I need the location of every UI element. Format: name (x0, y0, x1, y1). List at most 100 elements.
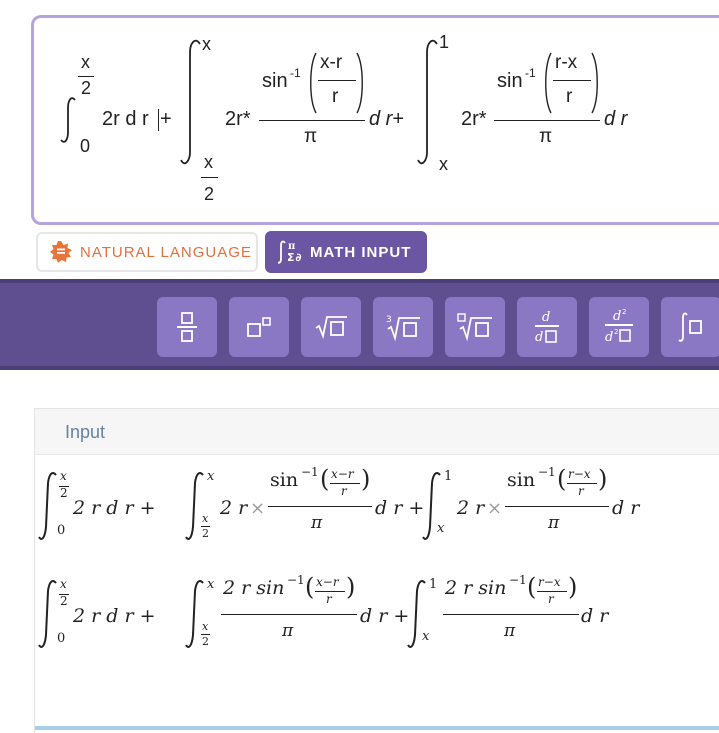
out1-dr-plus-2: d r + (375, 497, 425, 519)
paren-left-2 (310, 52, 317, 114)
integral-sign-1 (60, 97, 76, 143)
natural-language-button[interactable]: NATURAL LANGUAGE (36, 232, 258, 272)
int3-lower: x (439, 154, 448, 174)
out1-lparen-3: ( (557, 465, 567, 493)
math-input-button[interactable]: π Σ∂ MATH INPUT (265, 231, 427, 273)
dr-2: d r+ (369, 108, 404, 131)
out2-rparen-3: ) (568, 573, 578, 601)
sin-3: sin (497, 70, 523, 92)
out1-int2-lower-num: x (202, 512, 209, 525)
out2-frac3-pi: π (504, 621, 516, 641)
out1-sup-2: −1 (301, 465, 319, 479)
nth-root-button[interactable] (445, 297, 505, 357)
paren-right-2 (356, 52, 363, 114)
out1-int1-upper-num: x (60, 469, 67, 483)
out1-dr-3: d r (612, 497, 640, 519)
exponent-icon (247, 317, 271, 337)
out1-frac3-inner-den: r (578, 484, 584, 498)
frac3-main-bar (494, 120, 600, 121)
int2-lower-den: 2 (204, 184, 215, 204)
out1-int1-lower: 0 (57, 523, 66, 538)
paren-right-3 (591, 52, 598, 114)
plus-1: + (160, 108, 172, 130)
out2-sup-2: −1 (287, 573, 305, 587)
frac2-den: r (332, 86, 339, 107)
exponent-button[interactable] (229, 297, 289, 357)
out2-int3-upper: 1 (429, 577, 438, 592)
cube-root-icon: 3 (386, 315, 420, 342)
out2-int1-upper-den: 2 (60, 594, 68, 608)
out2-lparen-3: ( (527, 573, 537, 601)
dr-2-text: d r (369, 108, 393, 130)
out1-int1-upper-den: 2 (60, 486, 68, 500)
int1-body: 2r d r (102, 108, 149, 130)
frac3-inner-bar (553, 80, 591, 81)
frac2-main-bar (259, 120, 365, 121)
second-derivative-button[interactable]: d 2 d 2 (589, 297, 649, 357)
out1-rparen-2: ) (361, 465, 371, 493)
svg-text:d: d (613, 309, 621, 324)
out2-num3: 2 r sin (445, 577, 507, 599)
integral-button[interactable] (661, 297, 719, 357)
frac2-inner-bar (318, 80, 356, 81)
panel-header: Input (35, 409, 719, 455)
out1-int2-lower-den: 2 (202, 527, 209, 540)
coef-2: 2r* (225, 108, 251, 130)
int2-upper: x (202, 34, 211, 54)
out2-int1-lower: 0 (57, 631, 66, 646)
dr-3: d r (604, 108, 628, 130)
int3-upper: 1 (439, 32, 450, 52)
out2-integral-1 (38, 580, 57, 648)
integral-sigma-icon: π Σ∂ (278, 240, 302, 264)
sin-2: sin (262, 70, 288, 92)
svg-text:d: d (542, 310, 550, 325)
out2-num2: 2 r sin (223, 577, 285, 599)
fraction-icon (177, 312, 197, 342)
int1-upper-den: 2 (81, 78, 92, 98)
text-cursor (158, 109, 159, 131)
out2-frac3-main-bar (443, 614, 579, 615)
out1-int2-upper: x (207, 469, 215, 484)
out1-sin-2: sin (270, 469, 299, 491)
out2-term1: 2 r d r + (73, 605, 156, 627)
out1-times-3: × (487, 498, 503, 519)
panel-bottom-border (35, 726, 719, 730)
out1-coef-2: 2 r (220, 497, 248, 519)
panel-title: Input (65, 422, 106, 442)
int1-upper-num: x (81, 52, 90, 72)
calculator-badge-icon (50, 241, 72, 263)
out1-rparen-3: ) (598, 465, 608, 493)
out2-frac3-inner-num: r−x (538, 575, 561, 589)
frac2-num: x-r (320, 52, 343, 73)
out2-int1-upper-num: x (60, 577, 67, 591)
int2-lower-bar (201, 177, 218, 178)
sqrt-button[interactable] (301, 297, 361, 357)
math-input-box[interactable]: x 2 0 2r d r + x x 2 2r* sin -1 x-r r π … (31, 15, 719, 225)
int2-lower-num: x (204, 152, 213, 172)
out2-dr-plus-2: d r + (360, 605, 410, 627)
out1-int3-lower: x (437, 521, 445, 536)
out1-frac2-inner-den: r (341, 484, 347, 498)
sin-inv-2: -1 (290, 66, 301, 80)
derivative-button[interactable]: d d (517, 297, 577, 357)
nth-root-icon (457, 313, 492, 342)
integral-sign-2 (180, 39, 201, 165)
math-toolbar: 3 d d d 2 d 2 (0, 279, 719, 370)
plus-2: + (392, 108, 405, 130)
out1-term1: 2 r d r + (73, 497, 156, 519)
svg-text:2: 2 (622, 308, 626, 316)
input-interpretation-panel: Input x 2 0 2 r d r + x x 2 2 r × sin −1… (34, 408, 719, 733)
derivative-icon: d d (535, 310, 559, 345)
svg-text:d: d (605, 330, 613, 345)
out1-frac2-main-bar (268, 506, 372, 507)
out2-frac3-inner-den: r (548, 592, 554, 606)
out2-int3-lower: x (422, 629, 430, 644)
out2-lparen-2: ( (305, 573, 315, 601)
out1-sup-3: −1 (538, 465, 556, 479)
out2-int2-lower-den: 2 (202, 635, 209, 648)
out2-sup-3: −1 (509, 573, 527, 587)
fraction-button[interactable] (157, 297, 217, 357)
sin-inv-3: -1 (525, 66, 536, 80)
svg-text:2: 2 (614, 328, 618, 336)
cube-root-button[interactable]: 3 (373, 297, 433, 357)
